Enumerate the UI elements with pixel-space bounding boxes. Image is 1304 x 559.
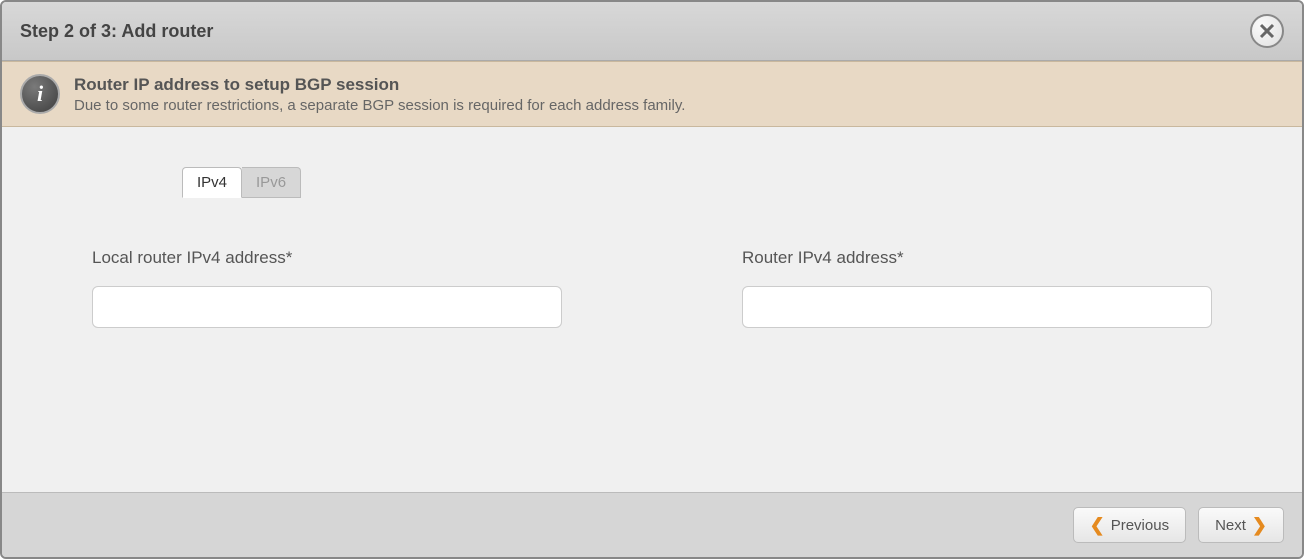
info-description: Due to some router restrictions, a separ… <box>74 97 685 114</box>
router-label: Router IPv4 address* <box>742 248 1212 268</box>
dialog-title: Step 2 of 3: Add router <box>20 21 213 42</box>
previous-button[interactable]: ❮ Previous <box>1073 507 1186 543</box>
router-field-group: Router IPv4 address* <box>742 248 1212 328</box>
protocol-tabs: IPv4 IPv6 <box>182 167 1212 198</box>
tab-ipv4[interactable]: IPv4 <box>182 167 242 198</box>
next-label: Next <box>1215 517 1246 534</box>
chevron-right-icon: ❯ <box>1252 516 1267 534</box>
info-title: Router IP address to setup BGP session <box>74 75 685 95</box>
previous-label: Previous <box>1111 517 1169 534</box>
chevron-left-icon: ❮ <box>1090 516 1105 534</box>
dialog-body: IPv4 IPv6 Local router IPv4 address* Rou… <box>2 127 1302 492</box>
dialog-header: Step 2 of 3: Add router <box>2 2 1302 61</box>
dialog-footer: ❮ Previous Next ❯ <box>2 492 1302 557</box>
info-icon: i <box>20 74 60 114</box>
add-router-dialog: Step 2 of 3: Add router i Router IP addr… <box>0 0 1304 559</box>
info-banner: i Router IP address to setup BGP session… <box>2 61 1302 127</box>
address-fields: Local router IPv4 address* Router IPv4 a… <box>92 248 1212 328</box>
router-ipv4-input[interactable] <box>742 286 1212 328</box>
local-router-label: Local router IPv4 address* <box>92 248 562 268</box>
info-text: Router IP address to setup BGP session D… <box>74 75 685 114</box>
tab-ipv6[interactable]: IPv6 <box>242 167 301 198</box>
local-router-ipv4-input[interactable] <box>92 286 562 328</box>
local-router-field-group: Local router IPv4 address* <box>92 248 562 328</box>
next-button[interactable]: Next ❯ <box>1198 507 1284 543</box>
close-button[interactable] <box>1250 14 1284 48</box>
close-icon <box>1259 23 1275 39</box>
